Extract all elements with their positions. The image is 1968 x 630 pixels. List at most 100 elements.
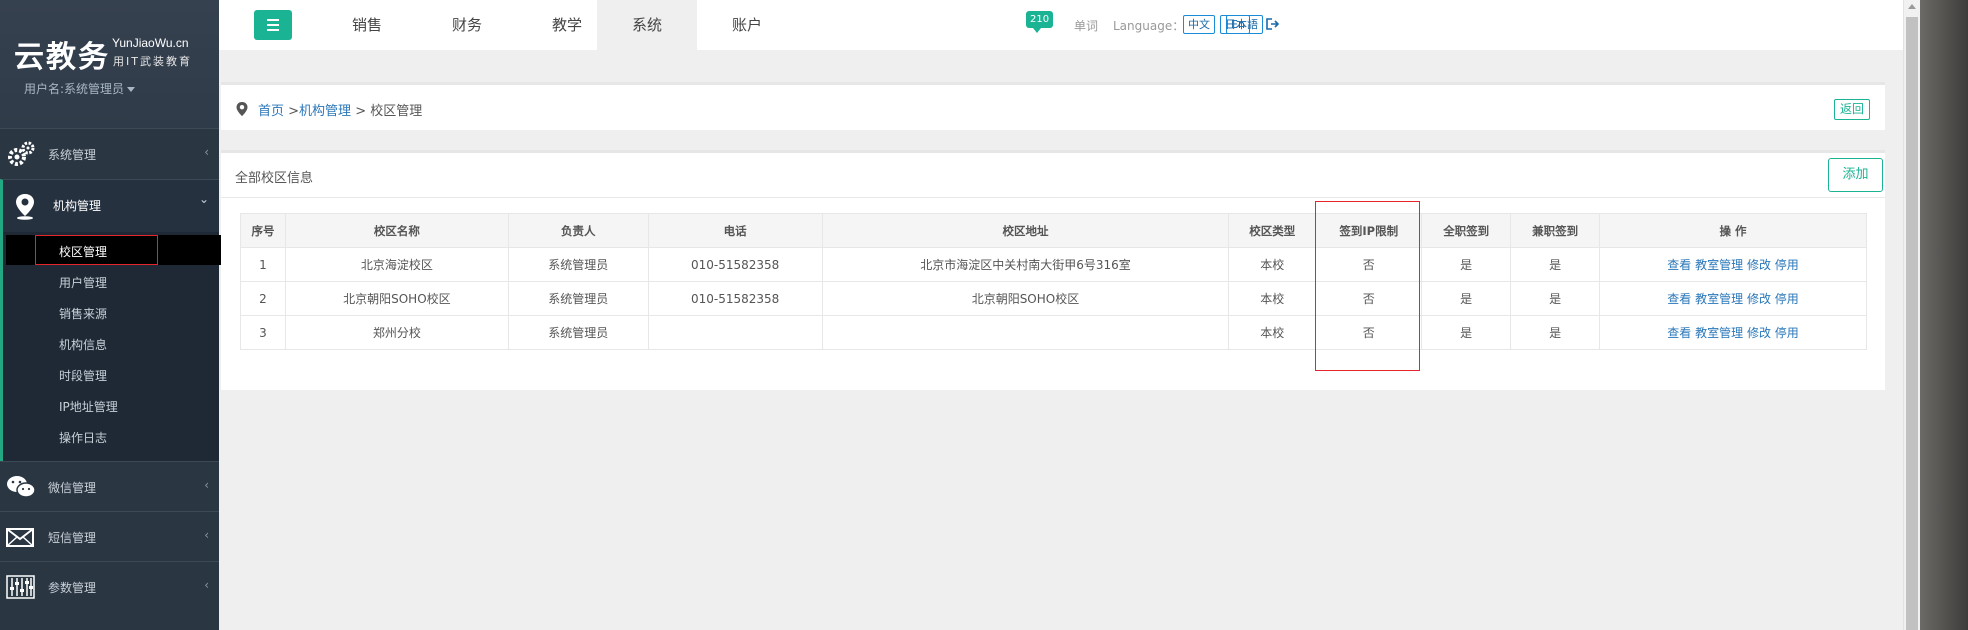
cell-fulltime-signin: 是 — [1421, 315, 1512, 350]
campus-table: 序号 校区名称 负责人 电话 校区地址 校区类型 签到IP限制 全职签到 兼职签… — [240, 213, 1867, 350]
language-chinese-button[interactable]: 中文 — [1183, 15, 1215, 34]
nav-group-label: 短信管理 — [48, 531, 97, 545]
scrollbar-thumb[interactable] — [1906, 17, 1918, 630]
classroom-manage-link[interactable]: 教室管理 — [1695, 292, 1743, 306]
cell-actions: 查看 教室管理 修改 停用 — [1599, 315, 1867, 350]
hamburger-icon — [267, 29, 279, 31]
cell-phone: 010-51582358 — [647, 247, 823, 282]
wechat-icon — [7, 476, 36, 498]
subnav-item-campus[interactable]: 校区管理 — [59, 243, 107, 260]
cell-no: 3 — [240, 315, 286, 350]
nav-group-label: 微信管理 — [48, 481, 97, 495]
cell-fulltime-signin: 是 — [1421, 281, 1512, 316]
chevron-left-icon: ‹ — [204, 145, 209, 159]
brand-area: 云教务 YunJiaoWu.cn 用IT武装教育 用户名:系统管理员 — [0, 0, 219, 128]
chevron-left-icon: ‹ — [204, 578, 209, 592]
view-link[interactable]: 查看 — [1667, 292, 1691, 306]
menu-toggle-button[interactable] — [254, 10, 292, 40]
gears-icon — [8, 141, 35, 166]
cell-manager: 系统管理员 — [507, 315, 649, 350]
cell-parttime-signin: 是 — [1510, 315, 1601, 350]
nav-group-parameters[interactable]: 参数管理 ‹ — [0, 561, 219, 611]
cell-parttime-signin: 是 — [1510, 247, 1601, 282]
vertical-scrollbar[interactable] — [1903, 0, 1920, 630]
nav-group-wechat[interactable]: 微信管理 ‹ — [0, 461, 219, 511]
column-header: 负责人 — [507, 213, 649, 248]
brand-logo: 云教务 — [14, 40, 110, 75]
campus-panel-title: 全部校区信息 — [235, 171, 314, 186]
cell-no: 2 — [240, 281, 286, 316]
cell-actions: 查看 教室管理 修改 停用 — [1599, 281, 1867, 316]
location-pin-icon — [16, 194, 34, 220]
cell-type: 本校 — [1228, 315, 1317, 350]
nav-group-sms[interactable]: 短信管理 ‹ — [0, 511, 219, 561]
column-header: 操 作 — [1599, 213, 1867, 248]
breadcrumb-separator: > — [284, 104, 300, 119]
language-label: Language： — [1113, 19, 1185, 33]
top-tab-finance[interactable]: 财务 — [417, 0, 517, 50]
column-header: 兼职签到 — [1510, 213, 1601, 248]
words-link[interactable]: 单词 — [1074, 17, 1098, 34]
disable-link[interactable]: 停用 — [1775, 292, 1799, 306]
cell-type: 本校 — [1228, 247, 1317, 282]
campus-panel: 全部校区信息 添加 序号 校区名称 负责人 电话 校区地址 校区类型 签到IP限… — [221, 150, 1885, 390]
hamburger-icon — [267, 24, 279, 26]
table-row: 2 北京朝阳SOHO校区 系统管理员 010-51582358 北京朝阳SOHO… — [240, 281, 1867, 316]
subnav-item-operation-log[interactable]: 操作日志 — [59, 429, 107, 446]
disable-link[interactable]: 停用 — [1775, 326, 1799, 340]
cell-name: 北京朝阳SOHO校区 — [284, 281, 509, 316]
breadcrumb-home-link[interactable]: 首页 — [258, 104, 284, 119]
breadcrumb-org-link[interactable]: 机构管理 — [299, 104, 351, 119]
top-tab-system[interactable]: 系统 — [597, 0, 697, 50]
campus-panel-header: 全部校区信息 添加 — [221, 153, 1885, 198]
column-header: 全职签到 — [1421, 213, 1512, 248]
message-count-badge[interactable]: 210 — [1026, 11, 1054, 33]
annotation-box — [1315, 201, 1420, 371]
column-header: 校区名称 — [284, 213, 509, 248]
user-menu[interactable]: 用户名:系统管理员 — [24, 80, 136, 97]
column-header: 电话 — [647, 213, 823, 248]
top-navbar: 销售 财务 教学 系统 账户 210 单词 Language： 中文 En 日本… — [219, 0, 1903, 50]
brand-slogan: 用IT武装教育 — [113, 55, 192, 68]
cell-parttime-signin: 是 — [1510, 281, 1601, 316]
sliders-icon — [6, 575, 35, 599]
top-tab-sales[interactable]: 销售 — [317, 0, 417, 50]
classroom-manage-link[interactable]: 教室管理 — [1695, 258, 1743, 272]
caret-down-icon — [127, 87, 136, 92]
desktop-background — [1920, 0, 1968, 630]
nav-group-organization[interactable]: 机构管理 ⌄ — [0, 179, 219, 232]
classroom-manage-link[interactable]: 教室管理 — [1695, 326, 1743, 340]
column-header: 校区类型 — [1228, 213, 1317, 248]
edit-link[interactable]: 修改 — [1747, 292, 1771, 306]
cell-name: 北京海淀校区 — [284, 247, 509, 282]
add-campus-button[interactable]: 添加 — [1828, 158, 1883, 192]
subnav-item-time-slot[interactable]: 时段管理 — [59, 367, 107, 384]
subnav-item-ip-address[interactable]: IP地址管理 — [59, 398, 118, 415]
cell-address: 北京朝阳SOHO校区 — [821, 281, 1230, 316]
view-link[interactable]: 查看 — [1667, 326, 1691, 340]
table-row: 3 郑州分校 系统管理员 本校 否 是 是 查看 教室管理 修改 停用 — [240, 315, 1867, 350]
column-header: 序号 — [240, 213, 286, 248]
logout-icon[interactable] — [1266, 18, 1280, 30]
language-japanese-button[interactable]: 日本語 — [1220, 15, 1263, 34]
cell-phone — [647, 315, 823, 350]
edit-link[interactable]: 修改 — [1747, 258, 1771, 272]
top-tab-account[interactable]: 账户 — [697, 0, 797, 50]
envelope-icon — [6, 528, 34, 547]
cell-no: 1 — [240, 247, 286, 282]
subnav-item-sales-source[interactable]: 销售来源 — [59, 305, 107, 322]
breadcrumb-panel: 首页 >机构管理 > 校区管理 返回 — [221, 82, 1885, 130]
edit-link[interactable]: 修改 — [1747, 326, 1771, 340]
subnav-item-users[interactable]: 用户管理 — [59, 274, 107, 291]
cell-manager: 系统管理员 — [507, 247, 649, 282]
location-pin-icon — [236, 102, 248, 116]
cell-manager: 系统管理员 — [507, 281, 649, 316]
scroll-up-arrow-icon[interactable] — [1908, 4, 1916, 9]
disable-link[interactable]: 停用 — [1775, 258, 1799, 272]
back-button[interactable]: 返回 — [1834, 99, 1871, 120]
view-link[interactable]: 查看 — [1667, 258, 1691, 272]
subnav-item-org-info[interactable]: 机构信息 — [59, 336, 107, 353]
nav-group-system[interactable]: 系统管理 ‹ — [0, 128, 219, 178]
chevron-left-icon: ‹ — [204, 528, 209, 542]
cell-address — [821, 315, 1230, 350]
